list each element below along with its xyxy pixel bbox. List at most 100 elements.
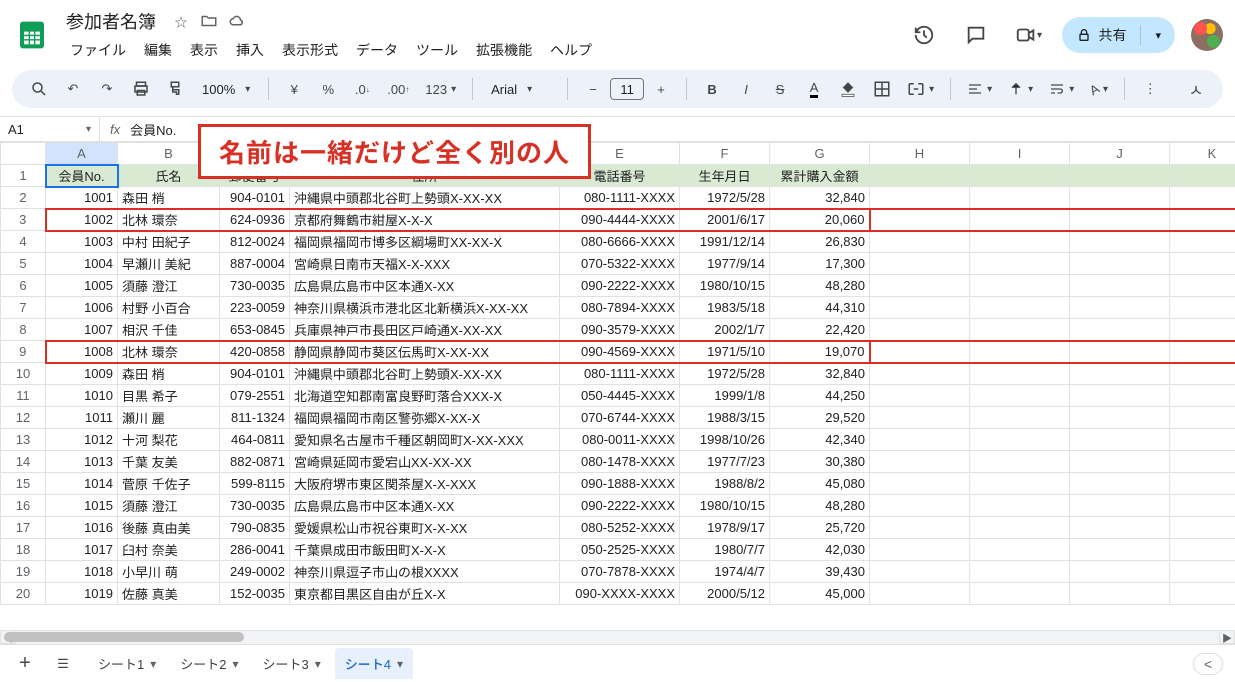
cell[interactable]: 811-1324 (220, 407, 290, 429)
cell[interactable]: 17,300 (770, 253, 870, 275)
cell[interactable]: 090-1888-XXXX (560, 473, 680, 495)
font-select[interactable]: Arial (485, 76, 555, 102)
font-size-inc[interactable]: + (648, 76, 674, 102)
cell[interactable]: 1988/3/15 (680, 407, 770, 429)
cell[interactable]: 44,310 (770, 297, 870, 319)
table-header-cell[interactable]: 生年月日 (680, 165, 770, 187)
sheet-tab-menu-icon[interactable]: ▾ (233, 657, 239, 671)
table-row[interactable]: 14 1013 千葉 友美 882-0871 宮崎県延岡市愛宕山XX-XX-XX… (1, 451, 1235, 473)
menu-help[interactable]: ヘルプ (542, 36, 600, 64)
table-row[interactable]: 16 1015 須藤 澄江 730-0035 広島県広島市中区本通X-XX 09… (1, 495, 1235, 517)
row-header[interactable]: 17 (1, 517, 46, 539)
table-row[interactable]: 20 1019 佐藤 真美 152-0035 東京都目黒区自由が丘X-X 090… (1, 583, 1235, 605)
cell[interactable]: 882-0871 (220, 451, 290, 473)
row-header[interactable]: 9 (1, 341, 46, 363)
account-avatar[interactable] (1191, 19, 1223, 51)
cell[interactable]: 887-0004 (220, 253, 290, 275)
cell[interactable]: 1977/9/14 (680, 253, 770, 275)
row-header[interactable]: 1 (1, 165, 46, 187)
valign-icon[interactable] (1004, 76, 1037, 102)
table-row[interactable]: 13 1012 十河 梨花 464-0811 愛知県名古屋市千種区朝岡町X-XX… (1, 429, 1235, 451)
table-row[interactable]: 9 1008 北林 環奈 420-0858 静岡県静岡市葵区伝馬町X-XX-XX… (1, 341, 1235, 363)
cell[interactable]: 090-2222-XXXX (560, 275, 680, 297)
cell[interactable]: 神奈川県横浜市港北区北新横浜X-XX-XX (290, 297, 560, 319)
cell[interactable]: 1011 (46, 407, 118, 429)
col-header-G[interactable]: G (770, 143, 870, 165)
row-header[interactable]: 14 (1, 451, 46, 473)
cell[interactable]: 1015 (46, 495, 118, 517)
cell[interactable]: 愛知県名古屋市千種区朝岡町X-XX-XXX (290, 429, 560, 451)
sheet-tab-menu-icon[interactable]: ▾ (150, 657, 156, 671)
cell[interactable]: 730-0035 (220, 495, 290, 517)
cell[interactable]: 1004 (46, 253, 118, 275)
star-icon[interactable]: ☆ (172, 12, 190, 30)
sheet-tab-menu-icon[interactable]: ▾ (397, 657, 403, 671)
sheet-tab[interactable]: シート3 ▾ (253, 648, 331, 679)
cell[interactable]: 神奈川県逗子市山の根XXXX (290, 561, 560, 583)
cell[interactable]: 19,070 (770, 341, 870, 363)
cell[interactable]: 1018 (46, 561, 118, 583)
cell[interactable]: 249-0002 (220, 561, 290, 583)
scroll-right-icon[interactable]: ▶ (1219, 630, 1235, 644)
merge-icon[interactable] (903, 76, 938, 102)
cell[interactable]: 32,840 (770, 363, 870, 385)
cell[interactable]: 48,280 (770, 495, 870, 517)
cell[interactable]: 286-0041 (220, 539, 290, 561)
cell[interactable]: 1980/10/15 (680, 495, 770, 517)
cell[interactable]: 464-0811 (220, 429, 290, 451)
row-header[interactable]: 5 (1, 253, 46, 275)
cell[interactable]: 静岡県静岡市葵区伝馬町X-XX-XX (290, 341, 560, 363)
cell[interactable]: 宮崎県延岡市愛宕山XX-XX-XX (290, 451, 560, 473)
cell[interactable]: 223-0059 (220, 297, 290, 319)
table-row[interactable]: 12 1011 瀬川 麗 811-1324 福岡県福岡市南区警弥郷X-XX-X … (1, 407, 1235, 429)
cell[interactable]: 臼村 奈美 (118, 539, 220, 561)
cell[interactable]: 広島県広島市中区本通X-XX (290, 495, 560, 517)
tab-scroll-right[interactable]: < (1193, 653, 1223, 675)
cell[interactable]: 30,380 (770, 451, 870, 473)
font-size-dec[interactable]: − (580, 76, 606, 102)
row-header[interactable]: 6 (1, 275, 46, 297)
cell[interactable]: 420-0858 (220, 341, 290, 363)
cell[interactable]: 1010 (46, 385, 118, 407)
table-row[interactable]: 4 1003 中村 田紀子 812-0024 福岡県福岡市博多区綱場町XX-XX… (1, 231, 1235, 253)
cell[interactable]: 森田 梢 (118, 363, 220, 385)
rotate-icon[interactable]: A (1086, 76, 1112, 102)
halign-icon[interactable] (963, 76, 996, 102)
collapse-toolbar-icon[interactable]: ㅅ (1183, 76, 1209, 102)
text-color-icon[interactable]: A (801, 76, 827, 102)
col-header-J[interactable]: J (1070, 143, 1170, 165)
row-header[interactable]: 19 (1, 561, 46, 583)
cell[interactable]: 十河 梨花 (118, 429, 220, 451)
cell[interactable]: 29,520 (770, 407, 870, 429)
cell[interactable]: 152-0035 (220, 583, 290, 605)
cell[interactable]: 1006 (46, 297, 118, 319)
col-header-I[interactable]: I (970, 143, 1070, 165)
table-row[interactable]: 15 1014 菅原 千佐子 599-8115 大阪府堺市東区関茶屋X-X-XX… (1, 473, 1235, 495)
cell[interactable]: 1001 (46, 187, 118, 209)
formula-value[interactable]: 会員No. (130, 120, 176, 139)
italic-icon[interactable]: I (733, 76, 759, 102)
cell[interactable]: 25,720 (770, 517, 870, 539)
col-header-H[interactable]: H (870, 143, 970, 165)
cell[interactable]: 1978/9/17 (680, 517, 770, 539)
table-header-cell[interactable]: 会員No. (46, 165, 118, 187)
cell[interactable]: 2000/5/12 (680, 583, 770, 605)
cell[interactable]: 1972/5/28 (680, 363, 770, 385)
cell[interactable]: 090-XXXX-XXXX (560, 583, 680, 605)
table-row[interactable]: 18 1017 臼村 奈美 286-0041 千葉県成田市飯田町X-X-X 05… (1, 539, 1235, 561)
cell[interactable]: 32,840 (770, 187, 870, 209)
cell[interactable]: 090-3579-XXXX (560, 319, 680, 341)
row-header[interactable]: 3 (1, 209, 46, 231)
meet-icon[interactable]: ▾ (1010, 17, 1046, 53)
menu-format[interactable]: 表示形式 (274, 36, 346, 64)
increase-decimal[interactable]: .00↑ (383, 76, 413, 102)
cell[interactable]: 佐藤 真美 (118, 583, 220, 605)
row-header[interactable]: 11 (1, 385, 46, 407)
spreadsheet-grid[interactable]: A B C D E F G H I J K 1会員No.氏名郵便番号住所電話番号… (0, 142, 1235, 644)
table-row[interactable]: 19 1018 小早川 萌 249-0002 神奈川県逗子市山の根XXXX 07… (1, 561, 1235, 583)
cell[interactable]: 624-0936 (220, 209, 290, 231)
cell[interactable]: 080-1478-XXXX (560, 451, 680, 473)
comments-icon[interactable] (958, 17, 994, 53)
row-header[interactable]: 10 (1, 363, 46, 385)
col-header-F[interactable]: F (680, 143, 770, 165)
